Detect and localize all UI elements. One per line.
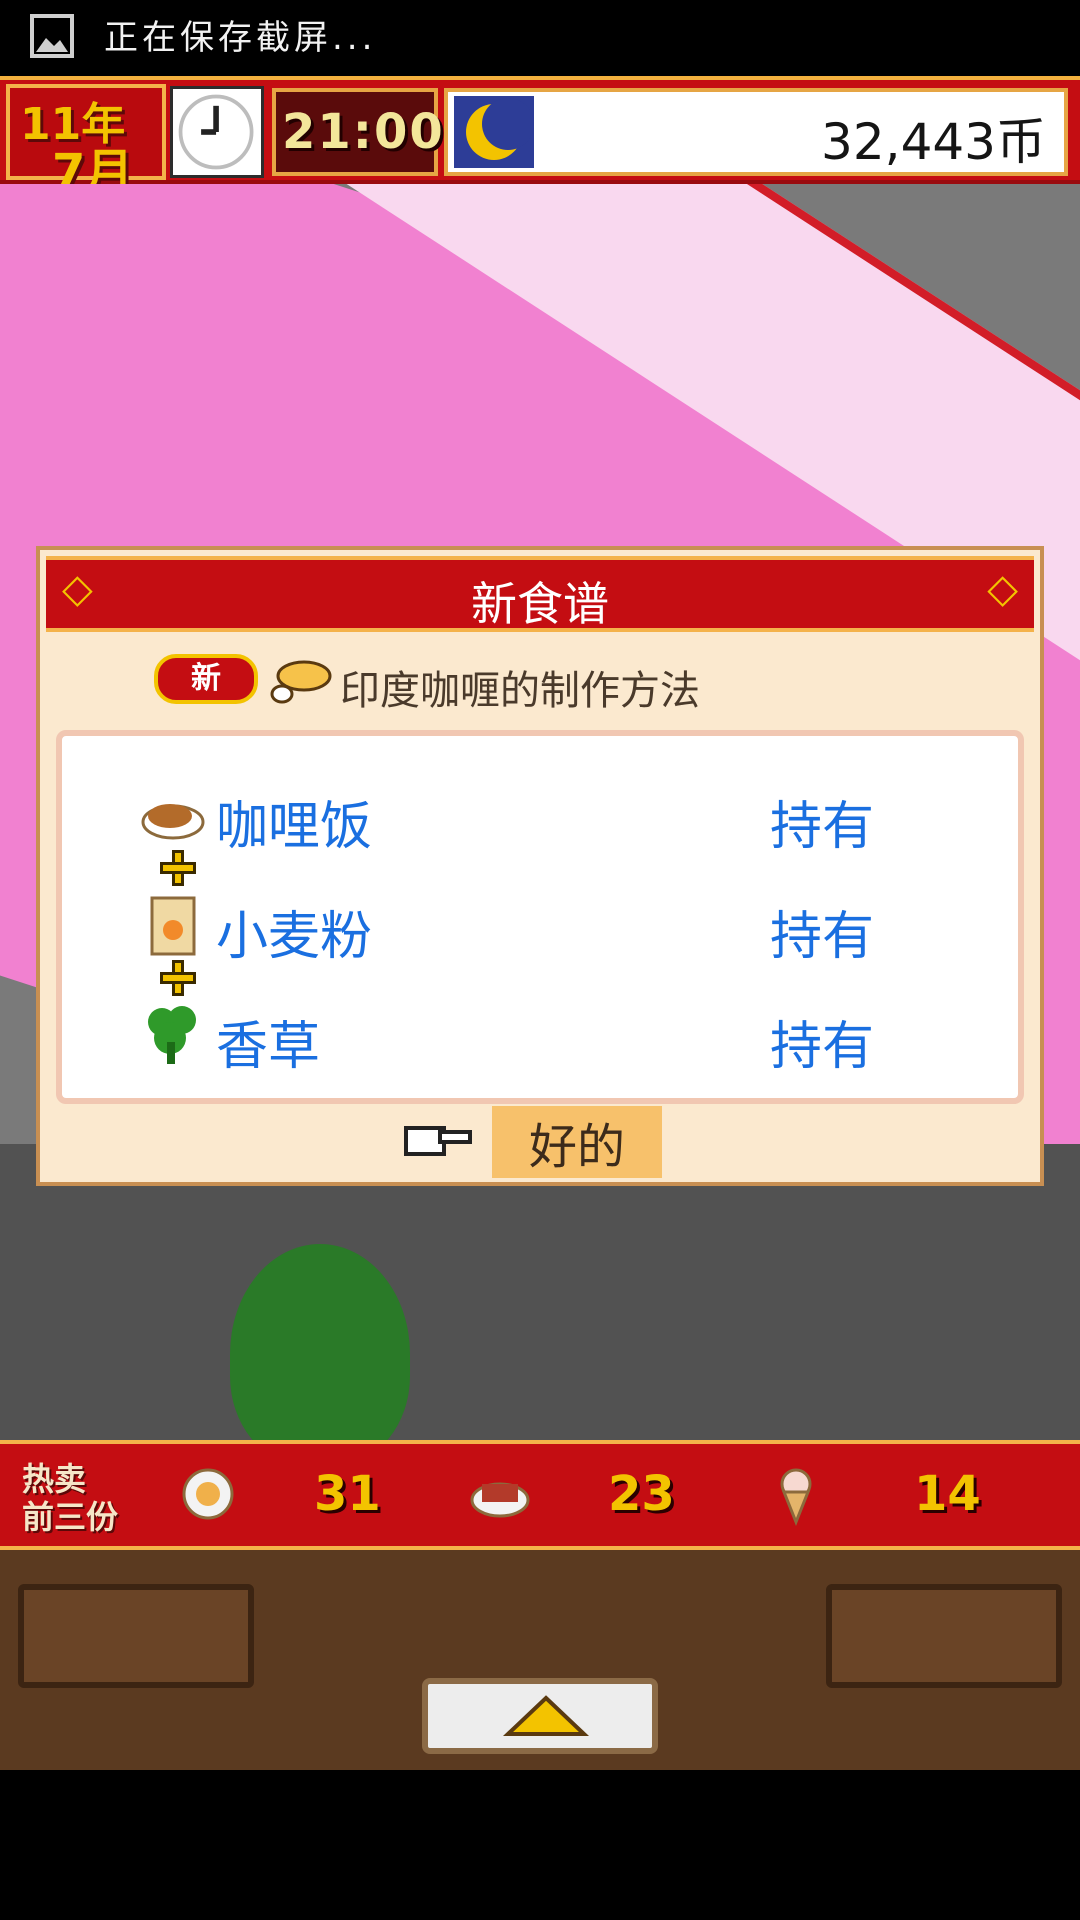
bottom-panel xyxy=(0,1550,1080,1770)
moon-icon xyxy=(454,96,534,168)
curry-rice-icon xyxy=(141,804,205,840)
top-seller-count: 23 xyxy=(608,1466,675,1522)
ingredient-name: 小麦粉 xyxy=(216,907,373,967)
ingredient-row: 小麦粉 持有 xyxy=(140,886,880,986)
herb-icon xyxy=(148,1006,196,1064)
dialog-header: ◇ 新食谱 ◇ xyxy=(46,556,1034,632)
money-panel: 32,443币 xyxy=(444,88,1068,176)
recipe-name: 印度咖喱的制作方法 xyxy=(340,668,700,714)
status-bar: 正在保存截屏... xyxy=(0,0,1080,72)
clock-icon xyxy=(170,86,264,178)
bbq-dish-icon xyxy=(470,1482,530,1518)
top-seller-count: 31 xyxy=(314,1466,381,1522)
ingredient-status: 持有 xyxy=(770,907,875,967)
time-label: 21:00 xyxy=(282,104,445,160)
top-sellers-title-line1: 热卖 xyxy=(22,1460,87,1498)
top-seller-count: 14 xyxy=(914,1466,981,1522)
top-hud: 11年 7月 21:00 32,443币 xyxy=(0,76,1080,200)
plate-dish-icon xyxy=(182,1468,234,1520)
expand-menu-button[interactable] xyxy=(422,1678,658,1754)
ingredient-list: 咖哩饭 持有 小麦粉 持有 香草 持有 xyxy=(56,730,1024,1104)
ingredient-status: 持有 xyxy=(770,797,875,857)
plus-icon xyxy=(158,958,198,998)
top-sellers-title-line2: 前三份 xyxy=(22,1498,119,1536)
flour-bag-icon xyxy=(150,896,196,956)
ok-button-wrap: 好的 xyxy=(400,1106,662,1178)
time-display: 21:00 xyxy=(272,88,443,176)
top-sellers-title: 热卖 前三份 xyxy=(22,1460,132,1538)
dialog-title: 新食谱 xyxy=(471,577,609,631)
screenshot-icon xyxy=(30,14,74,58)
ingredient-row: 咖哩饭 持有 xyxy=(140,776,880,876)
status-text: 正在保存截屏... xyxy=(104,18,377,58)
bottom-black-area xyxy=(0,1770,1080,1920)
ingredient-status: 持有 xyxy=(770,1017,875,1077)
top-sellers-bar: 热卖 前三份 31 23 14 xyxy=(0,1440,1080,1550)
plus-icon xyxy=(158,848,198,888)
ok-button[interactable]: 好的 xyxy=(492,1106,662,1178)
pointing-hand-icon xyxy=(404,1126,472,1156)
date-panel: 11年 7月 xyxy=(6,84,166,200)
ornament-right-icon: ◇ xyxy=(987,566,1018,612)
up-arrow-icon xyxy=(502,1695,590,1736)
ingredient-name: 香草 xyxy=(216,1017,321,1077)
new-recipe-dialog: ◇ 新食谱 ◇ 新 印度咖喱的制作方法 咖哩饭 持有 小麦粉 持有 香草 持有 … xyxy=(36,546,1044,1186)
ice-cream-icon xyxy=(780,1468,812,1526)
street-building xyxy=(0,1144,1080,1440)
right-menu-button[interactable] xyxy=(826,1584,1062,1688)
new-badge: 新 xyxy=(154,654,258,704)
ingredient-name: 咖哩饭 xyxy=(216,797,373,857)
money-amount: 32,443币 xyxy=(821,113,1046,171)
curry-dish-icon xyxy=(270,660,332,704)
left-menu-button[interactable] xyxy=(18,1584,254,1688)
ingredient-row: 香草 持有 xyxy=(140,996,880,1096)
